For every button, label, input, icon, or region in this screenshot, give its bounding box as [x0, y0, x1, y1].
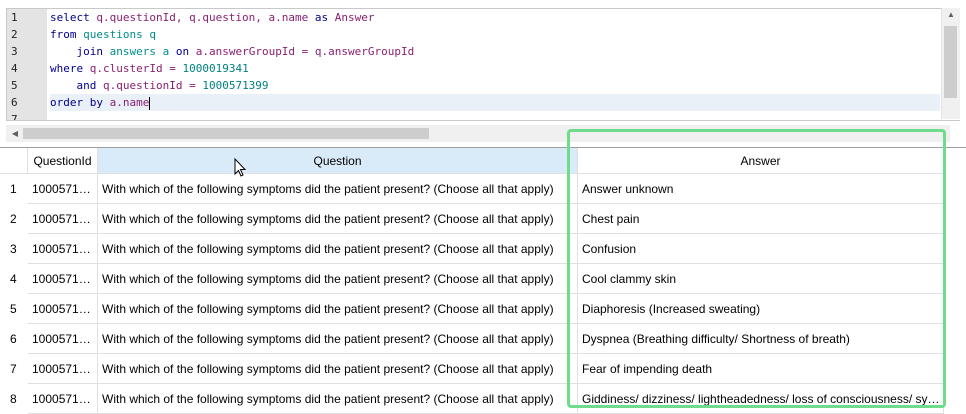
code-token: as — [314, 11, 335, 24]
code-token: where — [50, 62, 90, 75]
scroll-left-icon[interactable]: ◀ — [6, 127, 24, 141]
code-line[interactable]: where q.clusterId = 1000019341 — [50, 60, 249, 77]
cell-answer[interactable]: Chest pain — [578, 204, 944, 234]
row-number[interactable]: 2 — [0, 204, 28, 234]
code-line[interactable]: from questions q — [50, 26, 156, 43]
code-token: q.questionId = — [102, 79, 203, 92]
cell-questionid[interactable]: 1000571399 — [28, 234, 98, 264]
table-row[interactable]: 6 1000571399 With which of the following s… — [0, 324, 944, 354]
table-row[interactable]: 4 1000571399 With which of the following s… — [0, 264, 944, 294]
cell-question[interactable]: With which of the following symptoms did… — [98, 234, 578, 264]
code-token: 1000019341 — [182, 62, 249, 75]
cell-answer[interactable]: Cool clammy skin — [578, 264, 944, 294]
code-token: a.name — [109, 96, 150, 109]
code-line[interactable]: and q.questionId = 1000571399 — [50, 77, 269, 94]
table-row[interactable]: 8 1000571399 With which of the following s… — [0, 384, 944, 414]
table-row[interactable]: 3 1000571399 With which of the following s… — [0, 234, 944, 264]
line-number: 7 — [11, 113, 18, 121]
cell-questionid[interactable]: 1000571399 — [28, 174, 98, 204]
cell-question[interactable]: With which of the following symptoms did… — [98, 384, 578, 414]
code-token: join — [50, 45, 110, 58]
row-number[interactable]: 6 — [0, 324, 28, 354]
table-row[interactable]: 1 1000571399 With which of the following s… — [0, 174, 944, 204]
code-lines[interactable]: select q.questionId, q.question, a.name … — [50, 9, 940, 120]
line-number-gutter: 1 2 3 4 5 6 7 — [7, 9, 47, 120]
cell-answer[interactable]: Dyspnea (Breathing difficulty/ Shortness… — [578, 324, 944, 354]
cell-question[interactable]: With which of the following symptoms did… — [98, 204, 578, 234]
code-token: q.clusterId = — [89, 62, 183, 75]
sql-editor[interactable]: 1 2 3 4 5 6 7 select q.questionId, q.question,… — [0, 0, 966, 142]
vertical-scrollbar[interactable]: ▲ — [941, 8, 960, 119]
table-row[interactable]: 7 1000571399 With which of the following s… — [0, 354, 944, 384]
mouse-pointer-icon — [234, 158, 247, 177]
line-number: 4 — [11, 62, 18, 75]
line-number: 5 — [11, 79, 18, 92]
cell-answer[interactable]: Answer unknown — [578, 174, 944, 204]
cell-questionid[interactable]: 1000571399 — [28, 324, 98, 354]
results-grid[interactable]: QuestionId Question Answer 1 1000571399 Wi… — [0, 147, 966, 414]
cell-question[interactable]: With which of the following symptoms did… — [98, 264, 578, 294]
cell-answer[interactable]: Giddiness/ dizziness/ lightheadedness/ l… — [578, 384, 944, 414]
code-token: a.answerGroupId = q.answerGroupId — [195, 45, 415, 58]
line-number: 2 — [11, 28, 18, 41]
cell-questionid[interactable]: 1000571399 — [28, 384, 98, 414]
row-number[interactable]: 5 — [0, 294, 28, 324]
table-row[interactable]: 5 1000571399 With which of the following s… — [0, 294, 944, 324]
line-number: 6 — [11, 96, 18, 109]
code-token: questions q — [83, 28, 156, 41]
code-token: 1000571399 — [202, 79, 269, 92]
row-number[interactable]: 4 — [0, 264, 28, 294]
cell-questionid[interactable]: 1000571399 — [28, 354, 98, 384]
horizontal-scrollbar[interactable]: ◀ — [6, 125, 950, 142]
cell-question[interactable]: With which of the following symptoms did… — [98, 294, 578, 324]
cell-questionid[interactable]: 1000571399 — [28, 294, 98, 324]
code-token: from — [50, 28, 84, 41]
table-row[interactable]: 2 1000571399 With which of the following s… — [0, 204, 944, 234]
row-number[interactable]: 3 — [0, 234, 28, 264]
horizontal-scroll-thumb[interactable] — [23, 128, 429, 139]
row-number[interactable]: 7 — [0, 354, 28, 384]
cell-answer[interactable]: Diaphoresis (Increased sweating) — [578, 294, 944, 324]
code-token: and — [50, 79, 103, 92]
code-line[interactable]: select q.questionId, q.question, a.name … — [50, 9, 375, 26]
cell-question[interactable]: With which of the following symptoms did… — [98, 174, 578, 204]
code-token: q.questionId, q.question, a.name — [96, 11, 315, 24]
row-number[interactable]: 1 — [0, 174, 28, 204]
line-number: 3 — [11, 45, 18, 58]
line-number: 1 — [11, 11, 18, 24]
code-token: select — [50, 11, 97, 24]
cell-question[interactable]: With which of the following symptoms did… — [98, 324, 578, 354]
column-header-questionid[interactable]: QuestionId — [28, 148, 98, 174]
column-header-answer[interactable]: Answer — [578, 148, 944, 174]
cell-questionid[interactable]: 1000571399 — [28, 204, 98, 234]
text-caret — [149, 96, 151, 110]
code-token: order by — [50, 96, 110, 109]
vertical-scroll-thumb[interactable] — [944, 26, 957, 98]
code-token: on — [175, 45, 196, 58]
cell-questionid[interactable]: 1000571399 — [28, 264, 98, 294]
row-header-corner[interactable] — [0, 148, 28, 174]
code-area[interactable]: 1 2 3 4 5 6 7 select q.questionId, q.question,… — [6, 8, 960, 121]
code-token: Answer — [334, 11, 375, 24]
row-number[interactable]: 8 — [0, 384, 28, 414]
column-header-question[interactable]: Question — [98, 148, 578, 174]
cell-answer[interactable]: Confusion — [578, 234, 944, 264]
code-token: answers a — [109, 45, 176, 58]
cell-question[interactable]: With which of the following symptoms did… — [98, 354, 578, 384]
cell-answer[interactable]: Fear of impending death — [578, 354, 944, 384]
scroll-up-icon[interactable]: ▲ — [942, 8, 960, 22]
code-line[interactable]: join answers a on a.answerGroupId = q.an… — [50, 43, 414, 60]
code-line[interactable]: order by a.name — [50, 94, 940, 111]
